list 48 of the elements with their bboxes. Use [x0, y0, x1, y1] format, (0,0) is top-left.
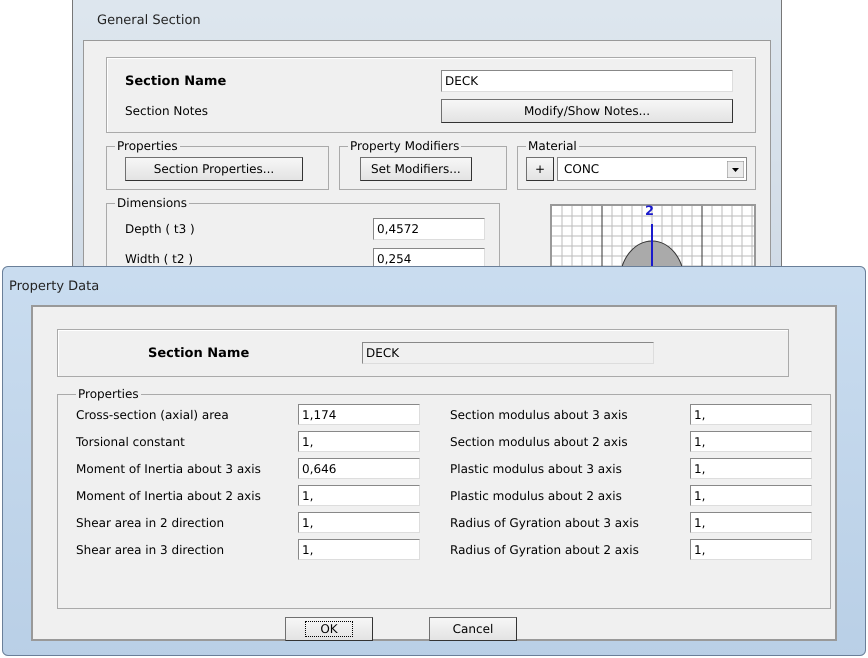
group-label: Property Modifiers — [349, 139, 460, 153]
dimension-field[interactable]: 0,4572 — [373, 218, 485, 240]
property-field[interactable]: 1,174 — [298, 404, 420, 425]
field-label: Plastic modulus about 2 axis — [450, 488, 623, 502]
window-title: General Section — [97, 12, 201, 28]
property-field[interactable]: 0,646 — [298, 458, 420, 479]
dialog-button[interactable]: OK — [285, 617, 373, 641]
field-label: Radius of Gyration about 2 axis — [450, 542, 640, 556]
field-label: Depth ( t3 ) — [125, 222, 195, 236]
field-label: Shear area in 3 direction — [76, 542, 226, 556]
group-label: Material — [527, 139, 578, 153]
group-label: Properties — [77, 387, 140, 401]
section-name-field[interactable]: DECK — [441, 70, 733, 92]
field-label: Section Notes — [125, 104, 208, 118]
field-label: Section Name — [125, 74, 226, 88]
add-button[interactable]: + — [526, 157, 554, 181]
property-field[interactable]: 1, — [690, 512, 812, 533]
group-label: Dimensions — [116, 196, 188, 210]
property-field[interactable]: 1, — [298, 485, 420, 506]
group-label: Properties — [116, 139, 179, 153]
material-dropdown[interactable]: CONC — [557, 157, 747, 181]
field-label: Radius of Gyration about 3 axis — [450, 516, 640, 530]
property-field[interactable]: 1, — [690, 485, 812, 506]
field-label: Moment of Inertia about 3 axis — [76, 462, 262, 476]
property-field[interactable]: 1, — [690, 404, 812, 425]
field-label: Width ( t2 ) — [125, 252, 194, 266]
property-field[interactable]: 1, — [298, 431, 420, 452]
property-field[interactable]: 1, — [298, 512, 420, 533]
field-label: Torsional constant — [76, 434, 186, 448]
window-title: Property Data — [9, 278, 100, 294]
caret-icon — [727, 160, 744, 178]
field-label: Cross-section (axial) area — [76, 408, 230, 422]
section-name-field[interactable]: DECK — [362, 342, 654, 364]
field-label: Moment of Inertia about 2 axis — [76, 488, 262, 502]
notes-button[interactable]: Modify/Show Notes... — [441, 99, 733, 123]
property-field[interactable]: 1, — [690, 458, 812, 479]
field-label: Section Name — [148, 346, 250, 360]
axis-label: 2 — [645, 204, 654, 219]
section-properties-button[interactable]: Section Properties... — [125, 157, 303, 181]
field-label: Section modulus about 3 axis — [450, 408, 629, 422]
property-field[interactable]: 1, — [690, 431, 812, 452]
field-label: Plastic modulus about 3 axis — [450, 462, 623, 476]
dialog-button[interactable]: Cancel — [429, 617, 517, 641]
property-field[interactable]: 1, — [298, 539, 420, 560]
field-label: Shear area in 2 direction — [76, 516, 226, 530]
property-field[interactable]: 1, — [690, 539, 812, 560]
set-modifiers-button[interactable]: Set Modifiers... — [360, 157, 472, 181]
field-label: Section modulus about 2 axis — [450, 434, 629, 448]
